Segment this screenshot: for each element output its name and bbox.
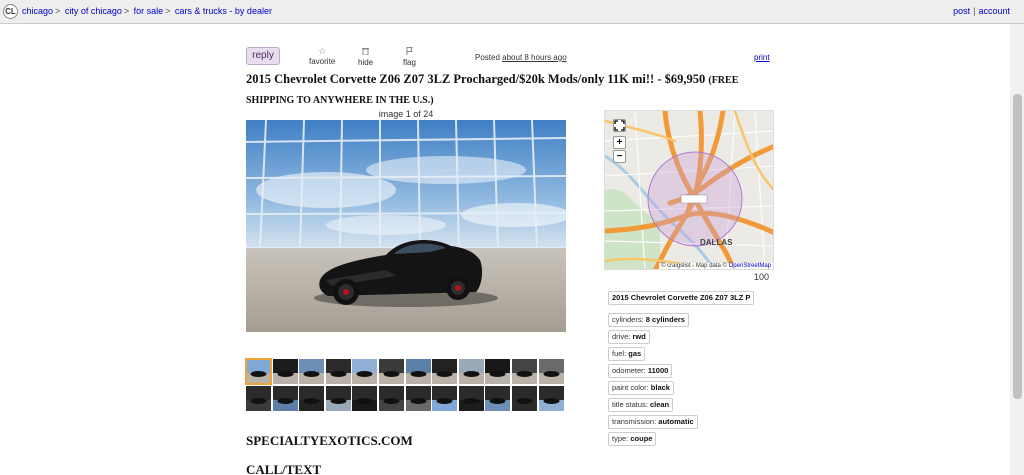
attr-value: black xyxy=(650,383,670,392)
thumbnail[interactable] xyxy=(432,359,458,384)
image-counter: image 1 of 24 xyxy=(378,109,434,119)
thumbnail[interactable] xyxy=(272,359,298,384)
breadcrumb-city-of-chicago[interactable]: city of chicago xyxy=(65,6,122,16)
attr-label: type: xyxy=(612,434,629,443)
thumbnail[interactable] xyxy=(512,359,537,384)
attr-label: cylinders: xyxy=(612,315,644,324)
thumbnail[interactable] xyxy=(405,386,431,411)
main-photo[interactable] xyxy=(246,120,566,332)
map-zoom-level: 100 xyxy=(754,272,770,282)
map-attribution: © craigslist - Map data © OpenStreetMap xyxy=(659,263,773,269)
hide-button[interactable]: hide xyxy=(358,47,373,67)
zoom-in-button[interactable]: + xyxy=(613,136,626,149)
attribute-fuel: fuel: gas xyxy=(608,347,646,361)
attr-label: drive: xyxy=(612,332,631,341)
fullscreen-icon xyxy=(614,120,625,131)
thumbnail[interactable] xyxy=(379,386,404,411)
posted-time[interactable]: about 8 hours ago xyxy=(502,53,567,62)
posting-title: 2015 Chevrolet Corvette Z06 Z07 3LZ Proc… xyxy=(246,70,776,110)
attr-label: title status: xyxy=(612,400,648,409)
posting-title-text: 2015 Chevrolet Corvette Z06 Z07 3LZ Proc… xyxy=(246,72,706,86)
attr-label: fuel: xyxy=(612,349,627,358)
hide-label: hide xyxy=(358,58,374,67)
contact-heading: CALL/TEXT xyxy=(246,462,322,475)
favorite-label: favorite xyxy=(309,57,336,66)
breadcrumb: chicago > city of chicago > for sale > cars… xyxy=(22,6,272,16)
vehicle-name-tag: 2015 Chevrolet Corvette Z06 Z07 3LZ P xyxy=(608,291,755,305)
attr-label: odometer: xyxy=(612,366,646,375)
breadcrumb-for-sale[interactable]: for sale xyxy=(134,6,164,16)
attr-value: clean xyxy=(649,400,670,409)
location-map[interactable]: DALLAS + − © craigslist - Map data © Ope… xyxy=(604,110,774,270)
craigslist-logo[interactable]: CL xyxy=(3,4,18,19)
print-link[interactable]: print xyxy=(754,53,770,62)
breadcrumb-separator: > xyxy=(165,6,171,16)
breadcrumb-cars-trucks-dealer[interactable]: cars & trucks - by dealer xyxy=(175,6,272,16)
attribute-title-status: title status: clean xyxy=(608,398,674,412)
thumbnail[interactable] xyxy=(485,359,511,384)
map-city-label: DALLAS xyxy=(700,238,733,247)
attr-value: gas xyxy=(628,349,642,358)
user-links: post | account xyxy=(953,6,1010,16)
openstreetmap-link[interactable]: OpenStreetMap xyxy=(729,263,771,269)
reply-button[interactable]: reply xyxy=(246,47,280,65)
posted-label: Posted xyxy=(475,53,500,62)
attribution-text: © craigslist - Map data © xyxy=(661,263,727,269)
thumbnail[interactable] xyxy=(299,386,325,411)
attr-label: paint color: xyxy=(612,383,649,392)
fullscreen-button[interactable] xyxy=(613,119,626,132)
attribute-transmission: transmission: automatic xyxy=(608,415,698,429)
favorite-button[interactable]: ☆ favorite xyxy=(309,46,336,67)
scrollbar[interactable] xyxy=(1010,24,1024,475)
flag-icon xyxy=(403,47,416,57)
thumbnail[interactable] xyxy=(405,359,431,384)
attribute-odometer: odometer: 11000 xyxy=(608,364,673,378)
header-bar: CL chicago > city of chicago > for sale > c… xyxy=(0,0,1024,24)
thumbnail[interactable] xyxy=(325,359,351,384)
scrollbar-thumb[interactable] xyxy=(1013,94,1022,399)
attribute-type: type: coupe xyxy=(608,432,657,446)
thumbnail[interactable] xyxy=(458,359,484,384)
dealer-name: SPECIALTYEXOTICS.COM xyxy=(246,433,413,448)
attr-label: transmission: xyxy=(612,417,657,426)
attr-value: coupe xyxy=(630,434,653,443)
posted-date: Posted about 8 hours ago xyxy=(475,53,567,62)
thumbnail[interactable] xyxy=(485,386,511,411)
post-link[interactable]: post xyxy=(953,6,970,16)
attr-value: 11000 xyxy=(647,366,669,375)
thumbnail[interactable] xyxy=(299,359,325,384)
flag-label: flag xyxy=(403,58,416,67)
star-icon: ☆ xyxy=(318,46,327,56)
trash-icon xyxy=(358,47,373,57)
breadcrumb-separator: > xyxy=(123,6,130,16)
link-divider: | xyxy=(973,6,976,16)
thumbnail[interactable] xyxy=(325,386,351,411)
attr-value: automatic xyxy=(658,417,694,426)
zoom-out-button[interactable]: − xyxy=(613,150,626,163)
thumbnail[interactable] xyxy=(458,386,484,411)
thumbnail[interactable] xyxy=(538,359,564,384)
thumbnail[interactable] xyxy=(246,386,271,411)
thumbnail[interactable] xyxy=(538,386,564,411)
attribute-cylinders: cylinders: 8 cylinders xyxy=(608,313,689,327)
thumbnail[interactable] xyxy=(379,359,404,384)
attr-value: rwd xyxy=(632,332,646,341)
attribute-paint-color: paint color: black xyxy=(608,381,674,395)
thumbnail[interactable] xyxy=(272,386,298,411)
thumbnail[interactable] xyxy=(352,359,378,384)
thumbnail[interactable] xyxy=(512,386,537,411)
thumbnail[interactable] xyxy=(245,358,272,385)
thumbnail[interactable] xyxy=(432,386,458,411)
breadcrumb-separator: > xyxy=(55,6,61,16)
breadcrumb-chicago[interactable]: chicago xyxy=(22,6,53,16)
flag-button[interactable]: flag xyxy=(403,47,416,67)
thumbnail[interactable] xyxy=(352,386,378,411)
attribute-drive: drive: rwd xyxy=(608,330,650,344)
attr-value: 8 cylinders xyxy=(645,315,685,324)
account-link[interactable]: account xyxy=(978,6,1010,16)
